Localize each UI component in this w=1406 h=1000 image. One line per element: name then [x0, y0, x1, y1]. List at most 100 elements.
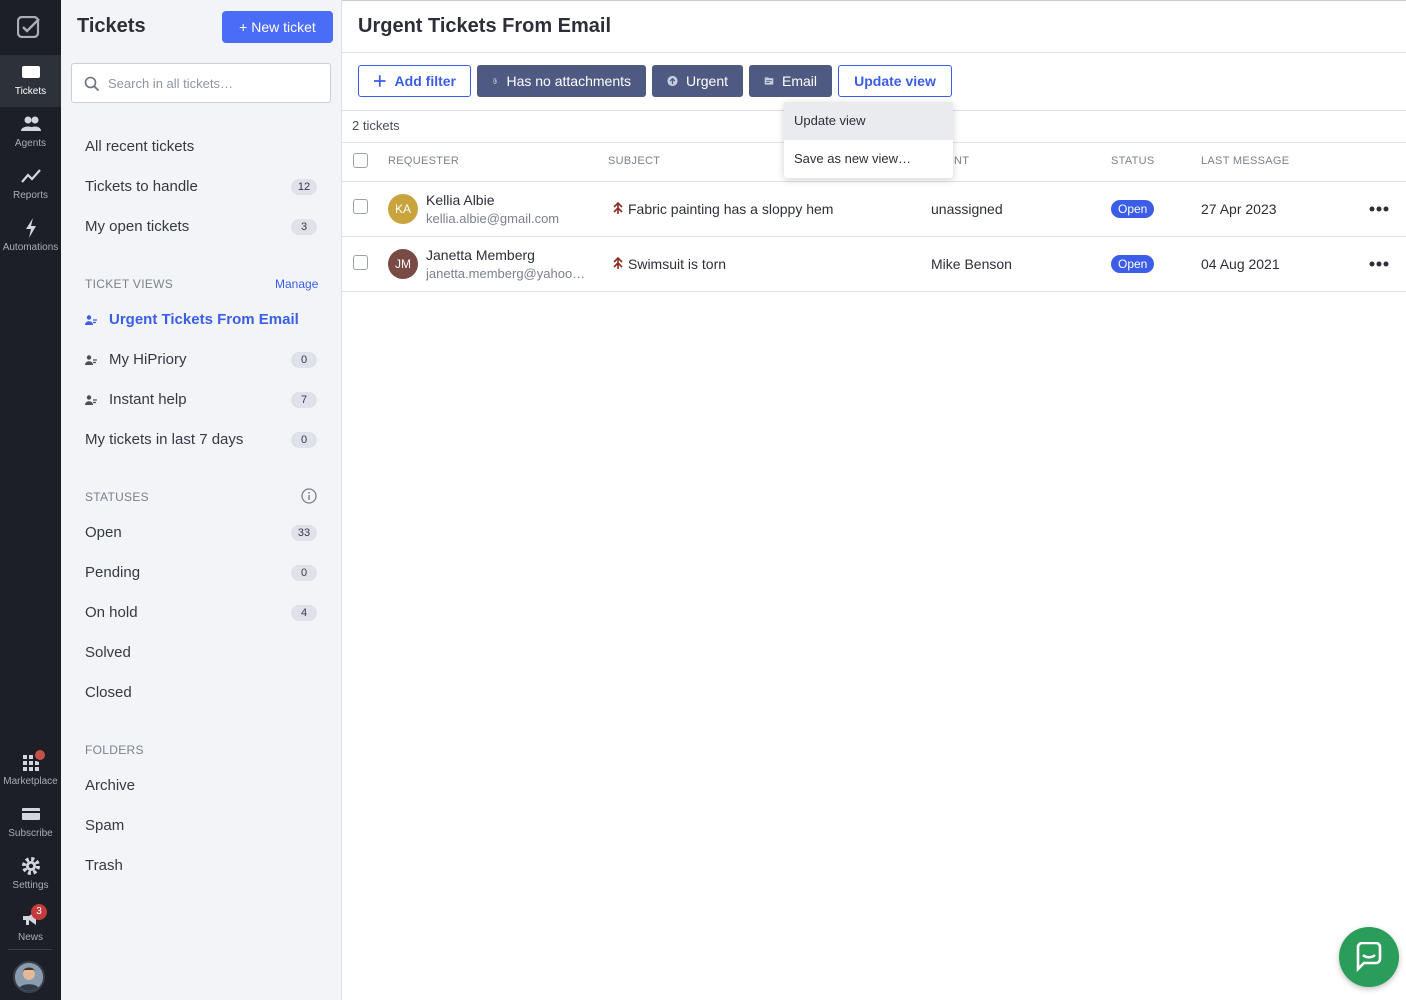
column-header-status[interactable]: STATUS — [1111, 155, 1155, 167]
search-input[interactable] — [108, 64, 318, 102]
add-filter-label: Add filter — [394, 73, 456, 89]
rail-label-marketplace: Marketplace — [3, 776, 58, 787]
urgent-priority-icon — [613, 201, 623, 214]
rail-label-tickets: Tickets — [14, 86, 47, 97]
sidebar-status-solved[interactable]: Solved — [85, 641, 317, 665]
add-filter-button[interactable]: Add filter — [358, 65, 471, 97]
more-actions-icon[interactable] — [1368, 205, 1390, 213]
sidebar-status-on-hold[interactable]: On hold 4 — [85, 601, 317, 625]
sidebar-item-label: Closed — [85, 684, 132, 701]
sidebar-item-label: My open tickets — [85, 218, 190, 235]
update-view-label: Update view — [854, 73, 936, 89]
new-ticket-button[interactable]: + New ticket — [222, 11, 333, 43]
rail-item-settings[interactable]: Settings — [0, 849, 61, 901]
search-box[interactable] — [71, 63, 331, 103]
sidebar-item-label: Solved — [85, 644, 131, 661]
table-row[interactable]: JM Janetta Memberg janetta.memberg@yahoo… — [342, 237, 1406, 292]
shared-view-icon — [85, 355, 97, 365]
agents-icon — [20, 116, 41, 131]
folders-heading: FOLDERS — [85, 743, 144, 757]
rail-label-subscribe: Subscribe — [8, 828, 53, 839]
ticket-subject[interactable]: Swimsuit is torn — [628, 256, 726, 272]
info-icon[interactable] — [301, 488, 317, 504]
sidebar-item-label: My HiPriory — [109, 351, 187, 368]
sidebar-folder-trash[interactable]: Trash — [85, 854, 317, 878]
requester-email: janetta.memberg@yahoo.com — [426, 266, 586, 281]
dropdown-item-update-view[interactable]: Update view — [784, 102, 953, 140]
filter-chip-label: Email — [781, 73, 817, 89]
filter-chip-attachments[interactable]: Has no attachments — [477, 65, 646, 97]
sidebar-item-label: Open — [85, 524, 122, 541]
top-border — [342, 0, 1406, 1]
count-badge: 0 — [291, 565, 317, 581]
rail-label-settings: Settings — [12, 880, 49, 891]
ticket-icon — [21, 66, 40, 78]
ticket-views-heading: TICKET VIEWS — [85, 277, 174, 291]
count-badge: 3 — [291, 219, 317, 235]
sidebar-status-open[interactable]: Open 33 — [85, 521, 317, 545]
filter-chip-email[interactable]: Email — [749, 65, 832, 97]
shared-view-icon — [85, 395, 97, 405]
manage-views-link[interactable]: Manage — [275, 277, 318, 291]
sidebar-item-all-recent[interactable]: All recent tickets — [85, 135, 317, 159]
update-view-button[interactable]: Update view — [838, 65, 952, 97]
rail-item-tickets[interactable]: Tickets — [0, 55, 61, 107]
ticket-subject[interactable]: Fabric painting has a sloppy hem — [628, 201, 833, 217]
sidebar-item-label: Trash — [85, 857, 123, 874]
requester-avatar: KA — [388, 194, 418, 224]
status-badge: Open — [1111, 255, 1155, 273]
sidebar-folder-spam[interactable]: Spam — [85, 814, 317, 838]
sidebar-status-closed[interactable]: Closed — [85, 681, 317, 705]
sidebar-view-hipriory[interactable]: My HiPriory 0 — [85, 348, 317, 372]
chat-icon — [1356, 942, 1382, 972]
filter-chip-label: Has no attachments — [506, 73, 631, 89]
count-badge: 33 — [291, 525, 317, 541]
shared-view-icon — [85, 315, 97, 325]
row-checkbox[interactable] — [353, 199, 368, 214]
select-all-checkbox[interactable] — [353, 153, 368, 168]
sidebar-view-urgent-email[interactable]: Urgent Tickets From Email — [85, 308, 317, 332]
sidebar-item-label: Pending — [85, 564, 141, 581]
urgent-priority-icon — [613, 256, 623, 269]
sidebar-item-my-open[interactable]: My open tickets 3 — [85, 215, 317, 239]
table-row[interactable]: KA Kellia Albie kellia.albie@gmail.com F… — [342, 182, 1406, 237]
sidebar-item-to-handle[interactable]: Tickets to handle 12 — [85, 175, 317, 199]
statuses-heading: STATUSES — [85, 490, 149, 504]
rail-item-agents[interactable]: Agents — [0, 107, 61, 159]
sidebar-view-instant-help[interactable]: Instant help 7 — [85, 388, 317, 412]
user-avatar-icon — [15, 963, 43, 991]
sidebar-item-label: Archive — [85, 777, 136, 794]
app-logo-icon[interactable] — [17, 16, 41, 38]
ticket-agent: unassigned — [931, 201, 1003, 217]
ticket-list-panel: Urgent Tickets From Email Add filter Has… — [342, 0, 1406, 1000]
last-message-date: 27 Apr 2023 — [1201, 201, 1277, 217]
dropdown-item-save-as-new-view[interactable]: Save as new view… — [784, 140, 953, 178]
column-header-agent[interactable]: NT — [954, 155, 969, 167]
column-header-requester[interactable]: REQUESTER — [388, 155, 459, 167]
sidebar-folder-archive[interactable]: Archive — [85, 774, 317, 798]
sidebar-status-pending[interactable]: Pending 0 — [85, 561, 317, 585]
settings-icon — [21, 857, 40, 875]
status-badge: Open — [1111, 200, 1155, 218]
chat-launcher-button[interactable] — [1339, 927, 1399, 987]
filter-chip-label: Urgent — [685, 73, 728, 89]
user-avatar[interactable] — [13, 961, 45, 993]
column-header-subject[interactable]: SUBJECT — [608, 155, 660, 167]
filter-chip-urgent[interactable]: Urgent — [652, 65, 743, 97]
rail-item-reports[interactable]: Reports — [0, 159, 61, 211]
rail-item-marketplace[interactable]: Marketplace — [0, 745, 61, 797]
priority-up-icon — [667, 75, 678, 87]
requester-email: kellia.albie@gmail.com — [426, 211, 560, 226]
more-actions-icon[interactable] — [1368, 260, 1390, 268]
rail-label-automations: Automations — [2, 242, 59, 253]
count-badge: 0 — [291, 352, 317, 368]
rail-item-automations[interactable]: Automations — [0, 211, 61, 263]
reports-icon — [20, 169, 41, 183]
subscribe-icon — [21, 808, 40, 820]
sidebar-view-last-7-days[interactable]: My tickets in last 7 days 0 — [85, 428, 317, 452]
row-checkbox[interactable] — [353, 255, 368, 270]
column-header-last-message[interactable]: LAST MESSAGE — [1201, 155, 1289, 167]
sidebar-item-label: On hold — [85, 604, 138, 621]
paperclip-icon — [493, 78, 497, 84]
rail-item-subscribe[interactable]: Subscribe — [0, 797, 61, 849]
